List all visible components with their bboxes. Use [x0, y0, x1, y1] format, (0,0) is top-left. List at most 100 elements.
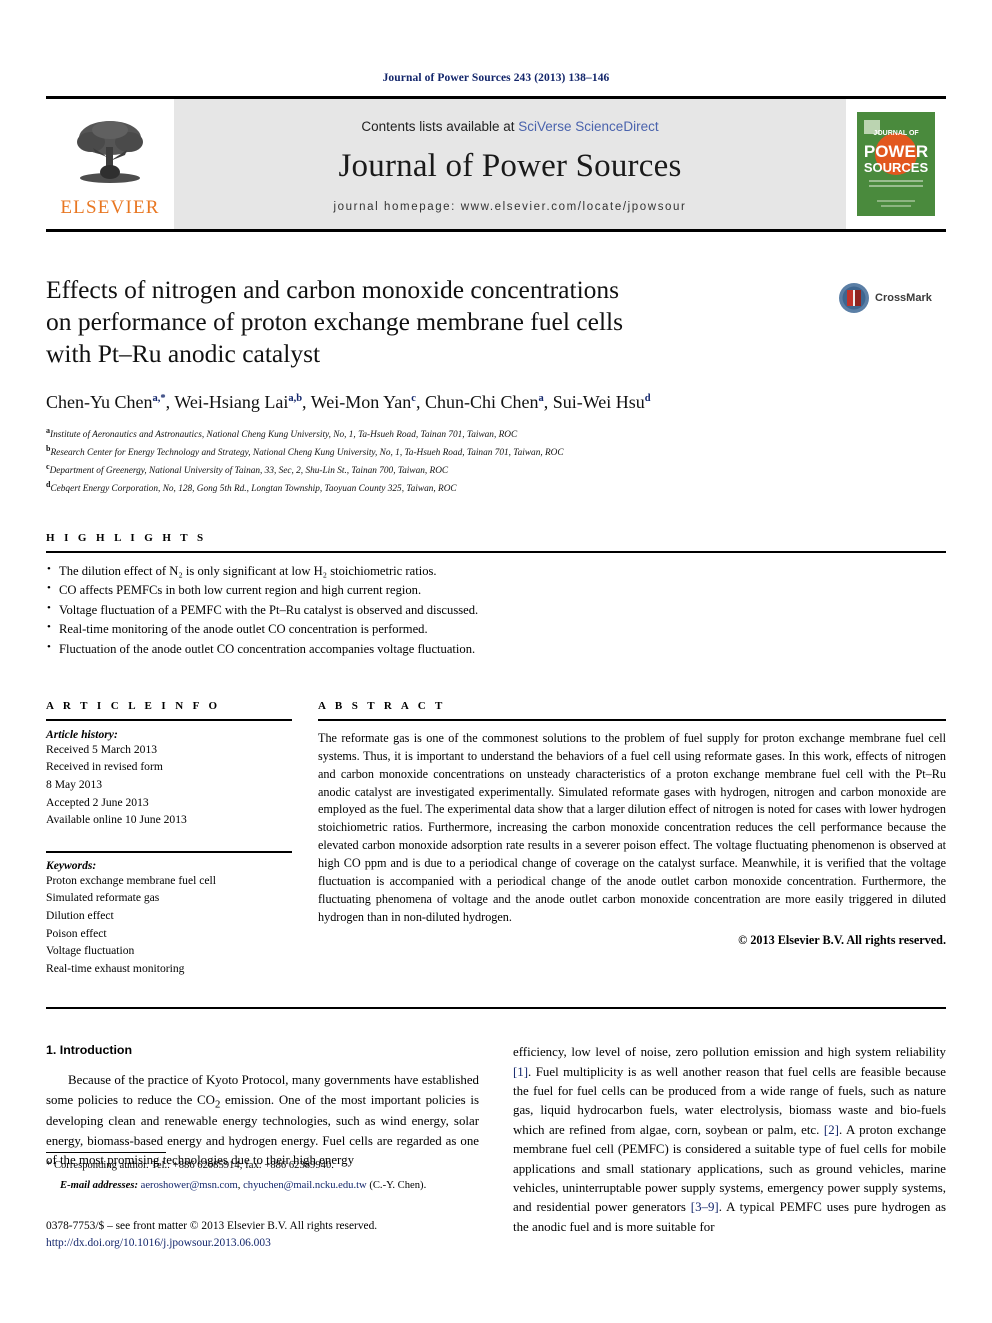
list-item: 8 May 2013: [46, 777, 103, 791]
highlights-section: H I G H L I G H T S The dilution effect …: [46, 532, 946, 660]
running-head: Journal of Power Sources 243 (2013) 138–…: [382, 72, 610, 84]
journal-cover-thumbnail: JOURNAL OF POWER SOURCES: [846, 99, 946, 229]
keywords-list: Proton exchange membrane fuel cell Simul…: [46, 872, 292, 978]
elsevier-tree-icon: [77, 120, 143, 183]
citation-link-3[interactable]: [3–9]: [691, 1200, 719, 1214]
abstract-heading: A B S T R A C T: [318, 699, 446, 712]
highlights-heading: H I G H L I G H T S: [46, 531, 207, 544]
contents-lists-line: Contents lists available at SciVerse Sci…: [361, 119, 658, 134]
title-line-3: with Pt–Ru anodic catalyst: [46, 339, 321, 369]
svg-text:SOURCES: SOURCES: [864, 160, 929, 175]
author-list: Chen-Yu Chena,*, Wei-Hsiang Laia,b, Wei-…: [46, 392, 651, 413]
masthead-center: Contents lists available at SciVerse Sci…: [174, 99, 846, 229]
author-4: Sui-Wei Hsud: [553, 392, 651, 412]
author-marks: a,b: [288, 393, 303, 405]
introduction-heading: 1. Introduction: [46, 1043, 133, 1058]
colophon: 0378-7753/$ – see front matter © 2013 El…: [46, 1218, 377, 1252]
email-link-1[interactable]: aeroshower@msn.com: [141, 1180, 238, 1191]
introduction-paragraph-right: efficiency, low level of noise, zero pol…: [513, 1043, 946, 1237]
affiliation-list: aInstitute of Aeronautics and Astronauti…: [46, 425, 946, 497]
article-info-section: A R T I C L E I N F O Article history: R…: [46, 700, 292, 978]
highlights-list: The dilution effect of N₂ is only signif…: [46, 561, 946, 660]
title-line-1: Effects of nitrogen and carbon monoxide …: [46, 275, 620, 304]
crossmark-badge[interactable]: CrossMark: [838, 282, 946, 314]
info-abstract-row: A R T I C L E I N F O Article history: R…: [46, 700, 946, 978]
author-marks: c: [411, 393, 416, 405]
affiliation-item: aInstitute of Aeronautics and Astronauti…: [46, 425, 946, 443]
email-label: E-mail addresses:: [60, 1180, 138, 1192]
author-marks: a: [538, 393, 544, 405]
keywords-title: Keywords:: [46, 858, 97, 872]
elsevier-wordmark: ELSEVIER: [60, 196, 160, 218]
title-block: Effects of nitrogen and carbon monoxide …: [46, 274, 946, 498]
journal-masthead: ELSEVIER Contents lists available at Sci…: [46, 96, 946, 232]
body-divider: [46, 1007, 946, 1010]
list-item: CO affects PEMFCs in both low current re…: [46, 580, 946, 601]
list-item: Accepted 2 June 2013: [46, 795, 149, 809]
intro-right-part1: efficiency, low level of noise, zero pol…: [513, 1045, 946, 1060]
abstract-section: A B S T R A C T The reformate gas is one…: [318, 700, 946, 978]
author-name: Wei-Hsiang Lai: [174, 392, 289, 413]
affiliation-text: Research Center for Energy Technology an…: [50, 448, 564, 459]
author-name: Sui-Wei Hsu: [552, 392, 645, 413]
affiliation-item: bResearch Center for Energy Technology a…: [46, 443, 946, 461]
abstract-copyright: © 2013 Elsevier B.V. All rights reserved…: [738, 933, 946, 948]
journal-homepage-link[interactable]: journal homepage: www.elsevier.com/locat…: [334, 201, 687, 213]
footnote-area: * Corresponding author. Tel.: +886 62085…: [46, 1152, 479, 1193]
svg-text:POWER: POWER: [864, 142, 928, 161]
keywords-block: Keywords: Proton exchange membrane fuel …: [46, 850, 292, 978]
contents-prefix: Contents lists available at: [361, 119, 519, 134]
doi-link[interactable]: http://dx.doi.org/10.1016/j.jpowsour.201…: [46, 1235, 377, 1252]
keywords-divider: [46, 850, 292, 853]
list-item: Voltage fluctuation of a PEMFC with the …: [46, 600, 946, 621]
author-0: Chen-Yu Chena,*: [46, 392, 166, 412]
author-marks: a,*: [152, 393, 166, 405]
list-item: Available online 10 June 2013: [46, 813, 187, 827]
author-2: Wei-Mon Yanc: [311, 392, 416, 412]
list-item: Voltage fluctuation: [46, 944, 135, 958]
footnote-divider: [46, 1152, 166, 1153]
author-1: Wei-Hsiang Laia,b: [174, 392, 302, 412]
crossmark-icon: [839, 283, 869, 313]
article-history-title: Article history:: [46, 727, 118, 741]
body-column-right: efficiency, low level of noise, zero pol…: [513, 1043, 946, 1237]
paper-page: Journal of Power Sources 243 (2013) 138–…: [0, 0, 992, 1323]
page-title: Effects of nitrogen and carbon monoxide …: [46, 274, 786, 370]
author-name: Chen-Yu Chen: [46, 392, 153, 413]
author-name: Wei-Mon Yan: [310, 392, 412, 413]
corresponding-author-note: * Corresponding author. Tel.: +886 62085…: [46, 1160, 334, 1171]
author-name: Chun-Chi Chen: [424, 392, 539, 413]
elsevier-logo: ELSEVIER: [46, 99, 174, 229]
highlights-divider: [46, 550, 946, 553]
list-item: Simulated reformate gas: [46, 891, 160, 905]
author-marks: d: [644, 393, 651, 405]
email-note: E-mail addresses: aeroshower@msn.com, ch…: [46, 1178, 479, 1193]
body-columns: 1. Introduction Because of the practice …: [46, 1043, 946, 1237]
article-info-heading: A R T I C L E I N F O: [46, 699, 221, 712]
list-item: Dilution effect: [46, 908, 114, 922]
list-item: Real-time exhaust monitoring: [46, 961, 185, 975]
affiliation-text: Cebqert Energy Corporation, No, 128, Gon…: [50, 484, 457, 495]
svg-text:JOURNAL OF: JOURNAL OF: [873, 130, 919, 137]
article-history-list: Received 5 March 2013 Received in revise…: [46, 741, 292, 829]
list-item: Poison effect: [46, 926, 107, 940]
citation-link-1[interactable]: [1]: [513, 1065, 528, 1079]
list-item: Real-time monitoring of the anode outlet…: [46, 619, 946, 640]
abstract-divider: [318, 718, 946, 721]
article-info-divider: [46, 718, 292, 721]
affiliation-text: Department of Greenergy, National Univer…: [49, 466, 449, 477]
list-item: Fluctuation of the anode outlet CO conce…: [46, 639, 946, 660]
crossmark-label: CrossMark: [875, 292, 932, 304]
email-link-2[interactable]: chyuchen@mail.ncku.edu.tw: [243, 1180, 367, 1191]
list-item: Proton exchange membrane fuel cell: [46, 873, 216, 887]
issn-copyright-line: 0378-7753/$ – see front matter © 2013 El…: [46, 1220, 378, 1232]
email-suffix: (C.-Y. Chen).: [366, 1180, 427, 1192]
citation-link-2[interactable]: [2]: [824, 1123, 839, 1137]
affiliation-item: cDepartment of Greenergy, National Unive…: [46, 461, 946, 479]
author-3: Chun-Chi Chena: [425, 392, 544, 412]
list-item: Received in revised form: [46, 760, 163, 774]
body-column-left: 1. Introduction Because of the practice …: [46, 1043, 479, 1237]
journal-cover-icon: JOURNAL OF POWER SOURCES: [857, 112, 935, 216]
sciencedirect-link[interactable]: SciVerse ScienceDirect: [518, 119, 658, 134]
title-line-2: on performance of proton exchange membra…: [46, 307, 624, 337]
